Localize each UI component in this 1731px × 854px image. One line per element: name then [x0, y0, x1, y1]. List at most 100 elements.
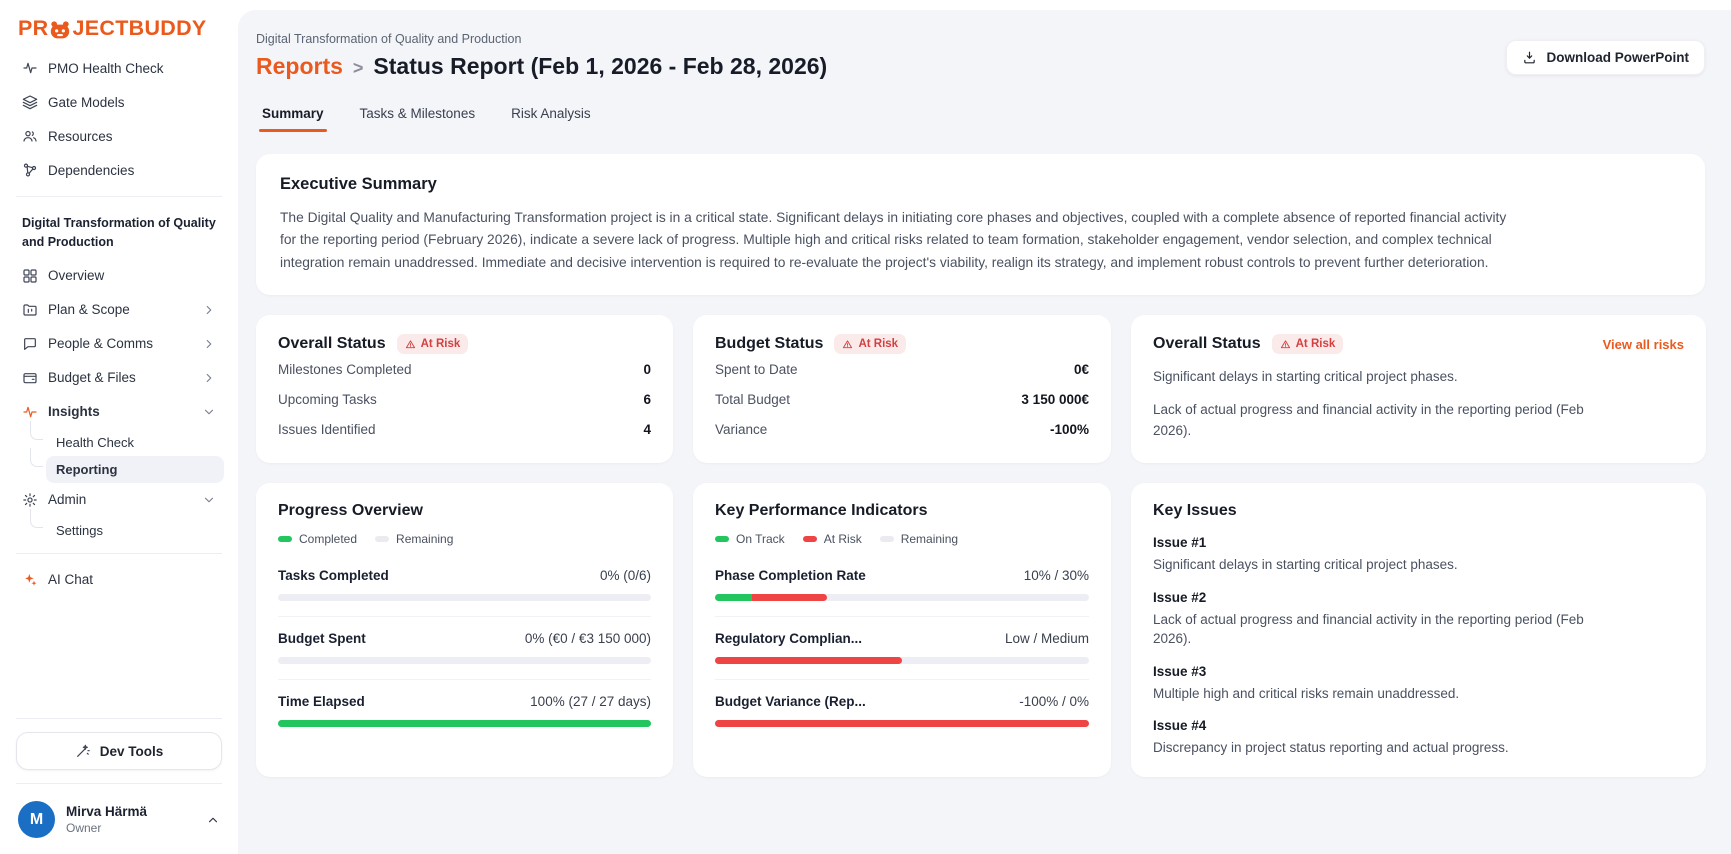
executive-summary-card: Executive Summary The Digital Quality an…: [256, 154, 1705, 295]
chevron-down-icon: [202, 405, 216, 419]
sidebar-item-insights[interactable]: Insights: [14, 396, 224, 428]
page-title: Status Report (Feb 1, 2026 - Feb 28, 202…: [373, 53, 827, 80]
main-panel: Digital Transformation of Quality and Pr…: [238, 10, 1731, 854]
executive-summary-title: Executive Summary: [280, 175, 1681, 194]
sidebar-item-label: Plan & Scope: [48, 302, 130, 317]
sidebar-item-label: Gate Models: [48, 95, 125, 110]
wand-icon: [75, 743, 91, 759]
sidebar-item-resources[interactable]: Resources: [14, 120, 224, 152]
network-icon: [22, 162, 38, 178]
project-section-label: Digital Transformation of Quality and Pr…: [14, 206, 224, 259]
progress-bar: [278, 594, 651, 601]
progress-bar: [278, 657, 651, 664]
sidebar-item-people-comms[interactable]: People & Comms: [14, 328, 224, 360]
breadcrumb-reports-link[interactable]: Reports: [256, 53, 343, 80]
sidebar-subitem-label: Reporting: [56, 462, 117, 477]
user-name: Mirva Härmä: [66, 804, 147, 819]
dev-tools-button[interactable]: Dev Tools: [16, 732, 222, 770]
legend-swatch-at-risk: [803, 536, 817, 542]
sidebar-item-label: Dependencies: [48, 163, 134, 178]
tab-risk-analysis[interactable]: Risk Analysis: [511, 106, 591, 132]
app-logo[interactable]: PR JECTBUDDY: [14, 14, 224, 51]
sidebar-item-gate-models[interactable]: Gate Models: [14, 86, 224, 118]
sidebar-subitem-settings[interactable]: Settings: [46, 517, 224, 544]
sidebar-subitem-health-check[interactable]: Health Check: [46, 429, 224, 456]
issue-item: Issue #3 Multiple high and critical risk…: [1153, 664, 1684, 704]
view-all-risks-link[interactable]: View all risks: [1603, 337, 1684, 352]
card-title: Budget Status: [715, 335, 823, 353]
card-title: Overall Status: [278, 335, 386, 353]
sidebar-item-budget-files[interactable]: Budget & Files: [14, 362, 224, 394]
warning-triangle-icon: [405, 339, 416, 350]
warning-triangle-icon: [842, 339, 853, 350]
pulse-icon: [22, 60, 38, 76]
issue-item: Issue #4 Discrepancy in project status r…: [1153, 718, 1684, 758]
chevron-right-icon: [202, 371, 216, 385]
chevron-down-icon: [202, 493, 216, 507]
sidebar-item-overview[interactable]: Overview: [14, 260, 224, 292]
chevron-right-icon: [202, 303, 216, 317]
key-issues-card: Key Issues Issue #1 Significant delays i…: [1131, 483, 1706, 777]
tab-summary[interactable]: Summary: [262, 106, 324, 132]
logo-text-pre: PR: [18, 16, 48, 41]
risk-overview-card: Overall Status At Risk View all risks Si…: [1131, 315, 1706, 463]
metric-row: Issues Identified 4: [278, 414, 651, 444]
sidebar-subitem-reporting[interactable]: Reporting: [46, 456, 224, 483]
metric-row: Milestones Completed 0: [278, 354, 651, 384]
user-menu[interactable]: M Mirva Härmä Owner: [14, 793, 224, 840]
sidebar-item-label: Insights: [48, 404, 100, 419]
issue-item: Issue #2 Lack of actual progress and fin…: [1153, 590, 1684, 649]
layers-icon: [22, 94, 38, 110]
sidebar-item-ai-chat[interactable]: AI Chat: [14, 564, 224, 596]
breadcrumb-separator: >: [353, 58, 364, 79]
wallet-icon: [22, 370, 38, 386]
sidebar-item-pmo-health-check[interactable]: PMO Health Check: [14, 52, 224, 84]
progress-overview-card: Progress Overview Completed Remaining Ta…: [256, 483, 673, 777]
download-powerpoint-button[interactable]: Download PowerPoint: [1506, 40, 1705, 75]
progress-row: Budget Spent0% (€0 / €3 150 000): [278, 617, 651, 680]
at-risk-badge: At Risk: [397, 334, 469, 354]
metric-row: Variance -100%: [715, 414, 1089, 444]
sidebar-item-dependencies[interactable]: Dependencies: [14, 154, 224, 186]
sidebar-item-label: People & Comms: [48, 336, 153, 351]
sidebar: PR JECTBUDDY PMO Health Check Gate Model…: [0, 0, 238, 854]
overall-status-card: Overall Status At Risk Milestones Comple…: [256, 315, 673, 463]
chat-icon: [22, 336, 38, 352]
legend-swatch-remaining: [375, 536, 389, 542]
sidebar-item-label: Overview: [48, 268, 104, 283]
breadcrumb: Reports > Status Report (Feb 1, 2026 - F…: [256, 53, 1705, 80]
card-title: Progress Overview: [278, 502, 651, 520]
progress-legend: Completed Remaining: [278, 532, 651, 546]
divider: [16, 718, 222, 719]
issue-item: Issue #1 Significant delays in starting …: [1153, 535, 1684, 575]
sidebar-item-label: AI Chat: [48, 572, 93, 587]
users-icon: [22, 128, 38, 144]
sidebar-item-label: PMO Health Check: [48, 61, 164, 76]
tab-tasks-milestones[interactable]: Tasks & Milestones: [360, 106, 476, 132]
progress-row: Time Elapsed100% (27 / 27 days): [278, 680, 651, 732]
risk-paragraph: Significant delays in starting critical …: [1153, 367, 1593, 387]
kpi-legend: On Track At Risk Remaining: [715, 532, 1089, 546]
kpi-bar: [715, 594, 1089, 601]
sidebar-item-admin[interactable]: Admin: [14, 484, 224, 516]
warning-triangle-icon: [1280, 339, 1291, 350]
legend-swatch-remaining: [880, 536, 894, 542]
sidebar-item-label: Budget & Files: [48, 370, 136, 385]
progress-row: Tasks Completed0% (0/6): [278, 554, 651, 617]
sidebar-subitem-label: Health Check: [56, 435, 134, 450]
kpi-row: Budget Variance (Rep...-100% / 0%: [715, 680, 1089, 732]
divider: [16, 783, 222, 784]
sidebar-item-plan-scope[interactable]: Plan & Scope: [14, 294, 224, 326]
robot-face-icon: [49, 20, 71, 40]
folder-kanban-icon: [22, 302, 38, 318]
download-label: Download PowerPoint: [1546, 50, 1689, 65]
sidebar-item-label: Admin: [48, 492, 86, 507]
report-tabs: Summary Tasks & Milestones Risk Analysis: [262, 106, 1705, 132]
sidebar-subitem-label: Settings: [56, 523, 103, 538]
sparkles-icon: [22, 572, 38, 588]
kpi-card: Key Performance Indicators On Track At R…: [693, 483, 1111, 777]
progress-bar: [278, 720, 651, 727]
legend-swatch-completed: [278, 536, 292, 542]
risk-paragraph: Lack of actual progress and financial ac…: [1153, 400, 1593, 441]
kpi-row: Regulatory Complian...Low / Medium: [715, 617, 1089, 680]
